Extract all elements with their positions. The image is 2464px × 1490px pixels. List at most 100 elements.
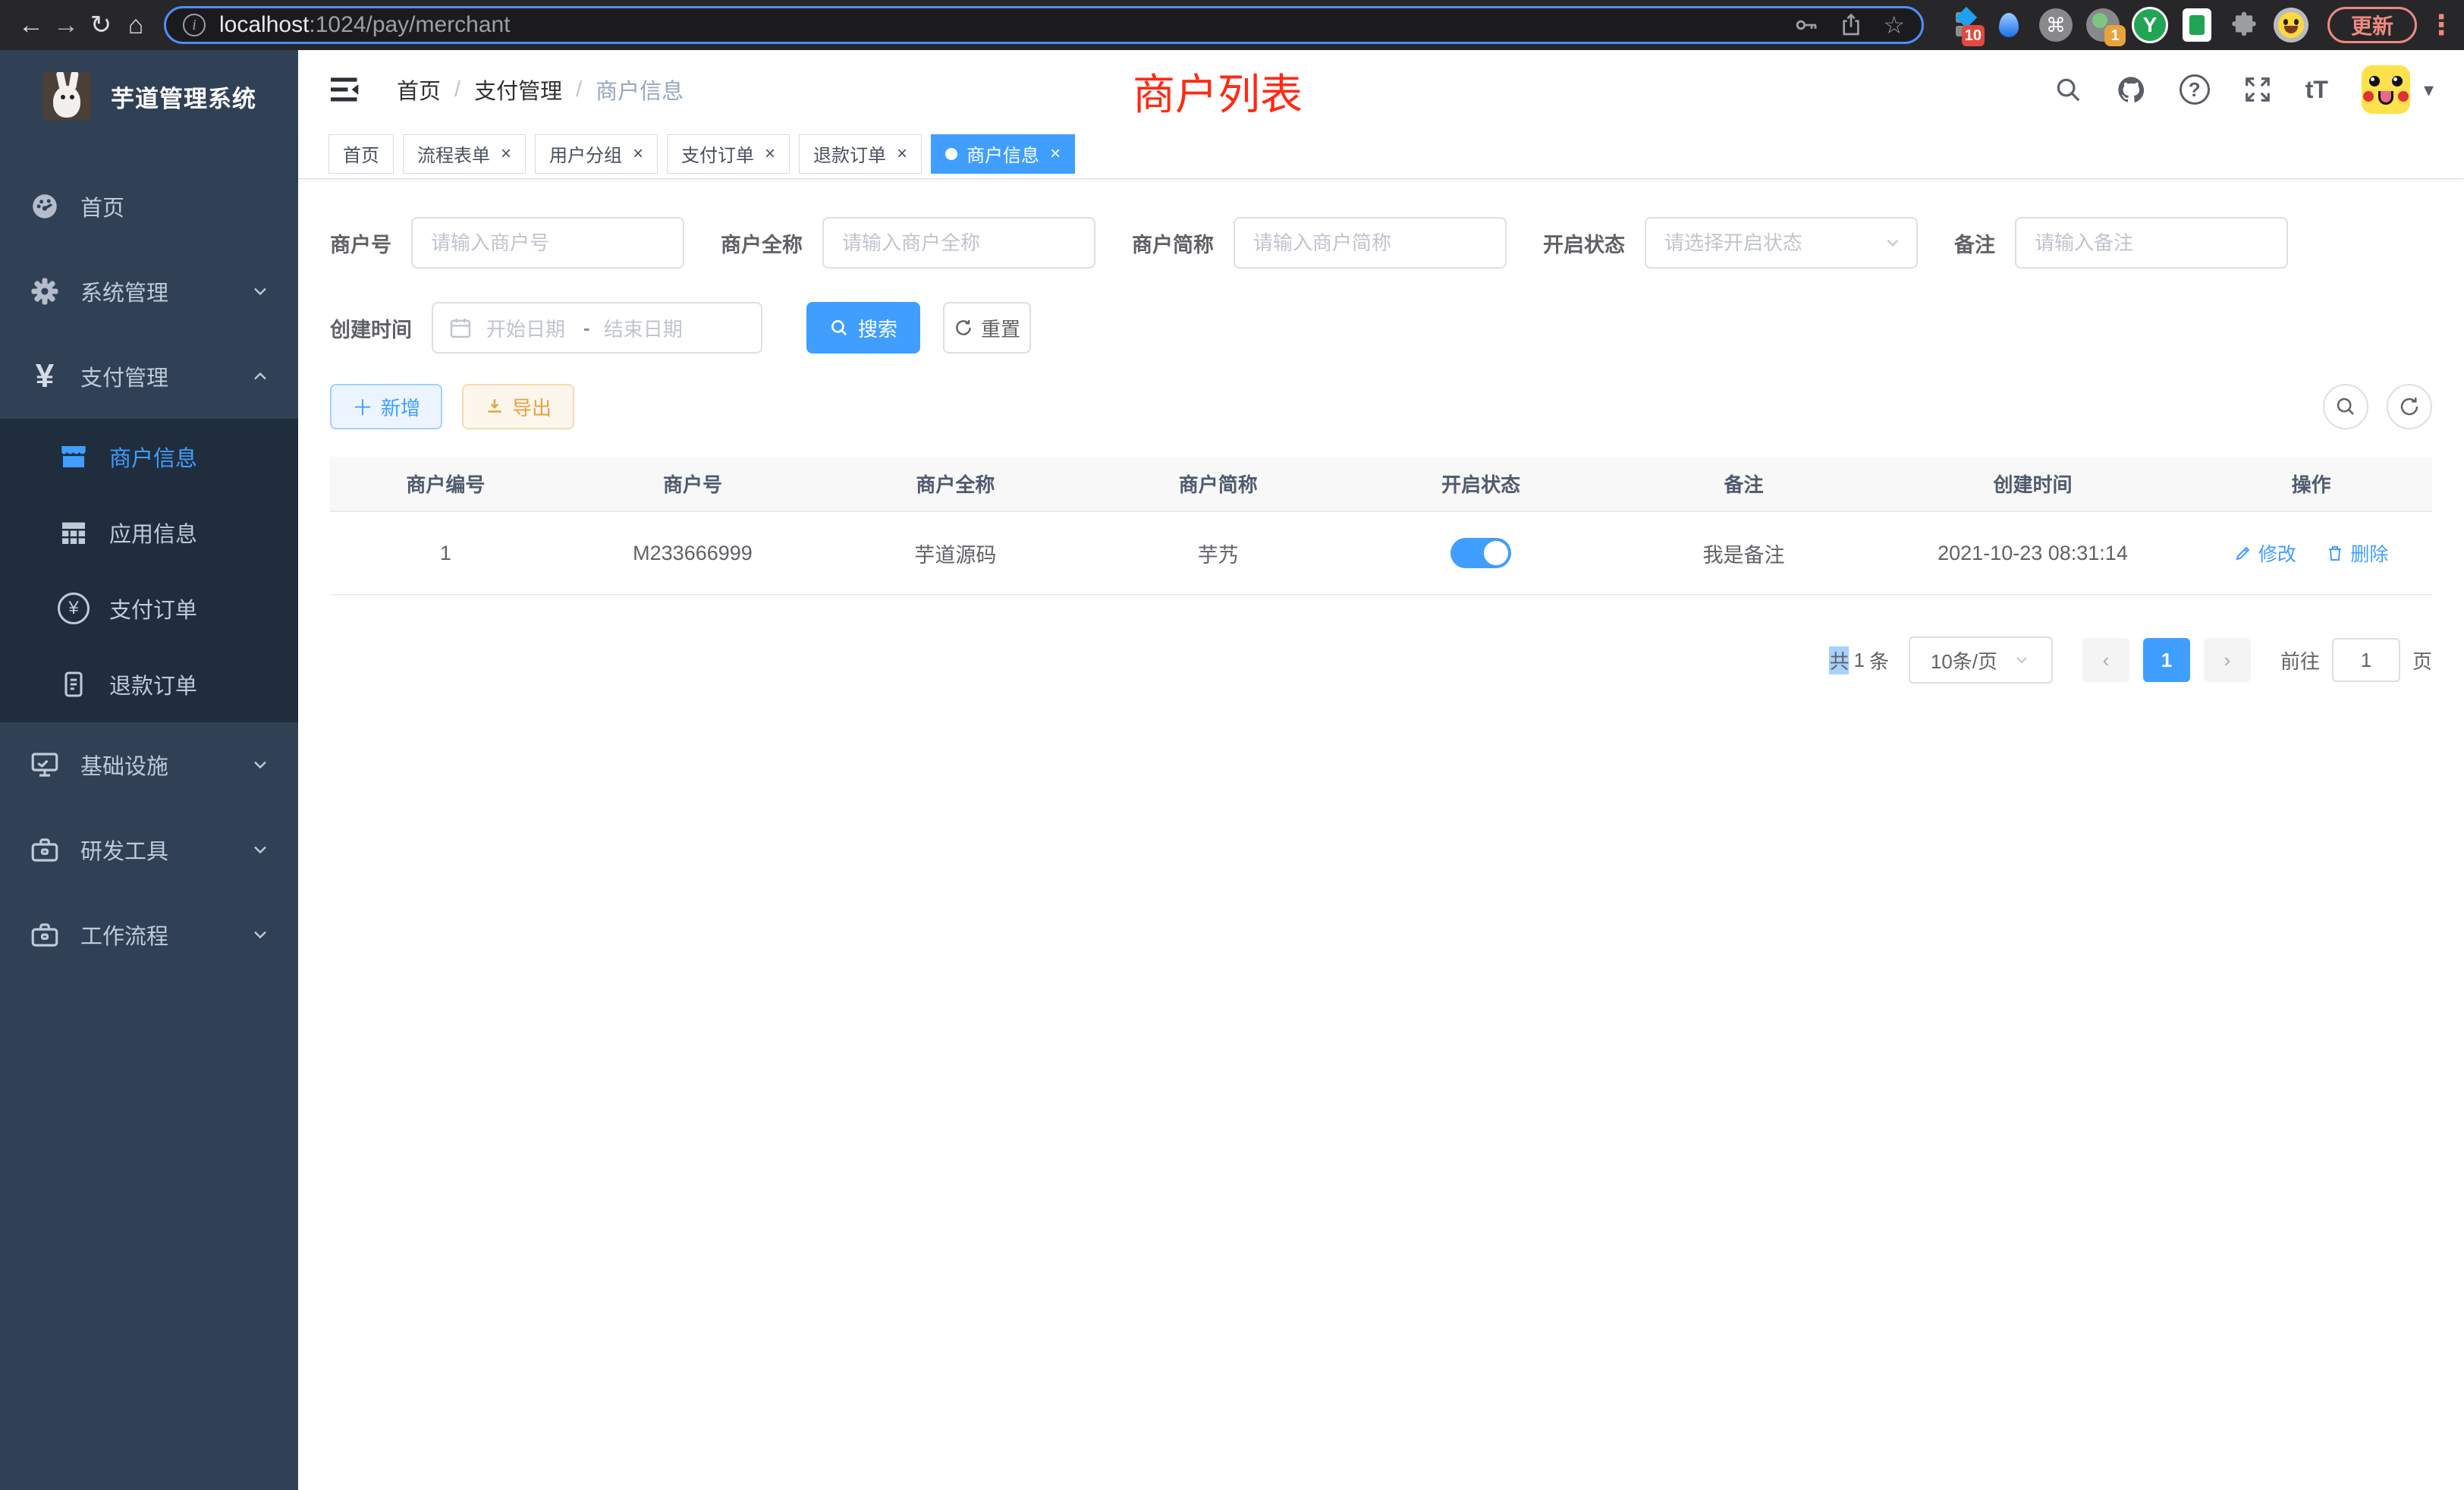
add-button[interactable]: ＋ 新增 — [330, 384, 442, 429]
notes-extension-icon[interactable] — [2177, 5, 2217, 45]
sidebar-item-pay-orders[interactable]: ¥ 支付订单 — [0, 571, 298, 646]
cell-merchant-no: M233666999 — [561, 511, 824, 595]
puzzle-extensions-icon[interactable] — [2224, 5, 2264, 45]
command-extension-icon[interactable]: ⌘ — [2036, 5, 2076, 45]
sidebar-fold-icon[interactable] — [328, 75, 362, 104]
close-icon[interactable]: × — [897, 143, 907, 165]
merchant-no-input[interactable] — [411, 217, 684, 269]
hide-search-button[interactable] — [2323, 384, 2368, 429]
search-icon[interactable] — [2054, 75, 2082, 104]
font-size-icon[interactable]: tT — [2305, 76, 2328, 104]
edit-link[interactable]: 修改 — [2234, 539, 2296, 567]
browser-update-button[interactable]: 更新 — [2327, 7, 2417, 43]
date-range-picker[interactable]: 开始日期 - 结束日期 — [432, 302, 762, 354]
sidebar-item-label: 商户信息 — [109, 441, 197, 473]
page-size-value: 10条/页 — [1931, 646, 1997, 674]
total-suffix: 条 — [1869, 646, 1889, 674]
sidebar-item-merchant-info[interactable]: 商户信息 — [0, 419, 298, 495]
status-toggle[interactable] — [1450, 538, 1511, 568]
search-button[interactable]: 搜索 — [806, 302, 920, 354]
fullscreen-icon[interactable] — [2243, 75, 2272, 104]
help-icon[interactable]: ? — [2180, 74, 2210, 105]
sidebar-item-payment[interactable]: ¥ 支付管理 — [0, 334, 298, 419]
short-name-input[interactable] — [1234, 217, 1507, 269]
bookmark-star-icon[interactable]: ☆ — [1883, 11, 1905, 39]
cell-status — [1350, 511, 1612, 595]
balloon-extension-icon[interactable] — [1989, 5, 2029, 45]
y-extension-icon[interactable]: Y — [2130, 5, 2170, 45]
tab-refund-orders[interactable]: 退款订单 × — [799, 134, 922, 174]
close-icon[interactable]: × — [501, 143, 511, 165]
total-prefix: 共 — [1829, 646, 1849, 674]
sidebar-item-home[interactable]: 首页 — [0, 164, 298, 249]
prev-page-button[interactable]: ‹ — [2082, 638, 2129, 682]
breadcrumb-payment[interactable]: 支付管理 — [474, 74, 562, 105]
tab-label: 首页 — [343, 140, 379, 167]
app-logo[interactable]: 芋道管理系统 — [0, 50, 298, 143]
full-name-input[interactable] — [822, 217, 1095, 269]
column-header: 开启状态 — [1350, 457, 1612, 511]
sidebar-item-app-info[interactable]: 应用信息 — [0, 495, 298, 571]
share-icon[interactable] — [1839, 12, 1863, 38]
merchant-table: 商户编号 商户号 商户全称 商户简称 开启状态 备注 创建时间 操作 1 M23… — [330, 457, 2432, 596]
tab-process-form[interactable]: 流程表单 × — [403, 134, 526, 174]
avatar-caret-icon[interactable]: ▾ — [2424, 78, 2434, 102]
url-path: :1024/pay/merchant — [309, 12, 510, 37]
avatar[interactable] — [2362, 65, 2410, 114]
sidebar-item-infrastructure[interactable]: 基础设施 — [0, 722, 298, 807]
emoji-extension-icon[interactable] — [2271, 5, 2311, 45]
tab-label: 退款订单 — [813, 140, 886, 167]
grid-icon — [56, 517, 91, 548]
site-info-icon[interactable]: i — [183, 14, 206, 36]
sidebar-item-workflow[interactable]: 工作流程 — [0, 892, 298, 977]
password-key-icon[interactable] — [1793, 12, 1819, 38]
tab-label: 支付订单 — [681, 140, 754, 167]
status-select[interactable] — [1645, 217, 1918, 269]
close-icon[interactable]: × — [765, 143, 775, 165]
shop-icon — [56, 441, 91, 473]
sidebar-item-label: 支付管理 — [80, 360, 168, 392]
filter-label: 创建时间 — [330, 313, 412, 343]
profile-extension-icon[interactable]: 1 — [2083, 5, 2123, 45]
sidebar-item-label: 系统管理 — [80, 275, 168, 307]
page-number-1[interactable]: 1 — [2143, 638, 2190, 682]
app-window: 芋道管理系统 首页 系统管理 ¥ 支付管理 — [0, 50, 2464, 1490]
breadcrumb-home[interactable]: 首页 — [397, 74, 441, 105]
pagination-goto: 前往 页 — [2280, 638, 2432, 682]
cell-actions: 修改 删除 — [2190, 511, 2432, 595]
export-button[interactable]: 导出 — [462, 384, 574, 429]
table-tools — [2305, 384, 2432, 429]
delete-link[interactable]: 删除 — [2326, 539, 2388, 567]
refresh-button[interactable] — [2387, 384, 2432, 429]
sidebar-item-refund-orders[interactable]: 退款订单 — [0, 646, 298, 722]
column-header: 备注 — [1612, 457, 1875, 511]
close-icon[interactable]: × — [633, 143, 643, 165]
filter-short-name: 商户简称 — [1132, 217, 1507, 269]
browser-back-icon[interactable]: ← — [14, 8, 49, 42]
tab-pay-orders[interactable]: 支付订单 × — [667, 134, 790, 174]
sidekick-extension-icon[interactable]: 10 — [1942, 5, 1982, 45]
goto-unit: 页 — [2412, 646, 2432, 674]
sidebar-item-system[interactable]: 系统管理 — [0, 249, 298, 334]
breadcrumb-separator: / — [576, 77, 582, 102]
github-icon[interactable] — [2116, 74, 2146, 105]
browser-reload-icon[interactable]: ↻ — [83, 8, 118, 42]
tab-home[interactable]: 首页 — [328, 134, 394, 174]
browser-home-icon[interactable]: ⌂ — [118, 8, 153, 42]
filter-row-1: 商户号 商户全称 商户简称 开启状态 — [330, 217, 2432, 269]
close-icon[interactable]: × — [1050, 143, 1061, 165]
tab-merchant-info[interactable]: 商户信息 × — [931, 134, 1075, 174]
goto-page-input[interactable] — [2332, 638, 2400, 682]
delete-link-label: 删除 — [2350, 539, 2388, 567]
remark-input[interactable] — [2015, 217, 2288, 269]
address-bar[interactable]: i localhost:1024/pay/merchant ☆ — [164, 6, 1924, 44]
tab-user-group[interactable]: 用户分组 × — [535, 134, 658, 174]
reset-button[interactable]: 重置 — [943, 302, 1031, 354]
browser-forward-icon[interactable]: → — [49, 8, 83, 42]
active-tab-dot — [945, 148, 957, 160]
search-button-label: 搜索 — [858, 314, 897, 342]
page-size-select[interactable]: 10条/页 — [1909, 637, 2053, 684]
next-page-button[interactable]: › — [2204, 638, 2251, 682]
sidebar-item-dev-tools[interactable]: 研发工具 — [0, 807, 298, 892]
browser-menu-icon[interactable]: ⋮ — [2428, 9, 2455, 41]
